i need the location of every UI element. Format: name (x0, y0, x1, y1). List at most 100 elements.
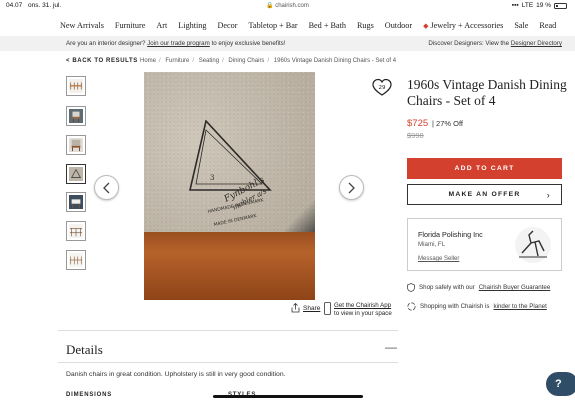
add-to-cart-button[interactable]: ADD TO CART (407, 158, 562, 179)
breadcrumb-home[interactable]: Home (140, 58, 156, 64)
planet-info: Shopping with Chairish is kinder to the … (407, 302, 547, 311)
address-bar[interactable]: 🔒 chairish.com (0, 2, 575, 9)
seller-logo-icon (515, 227, 551, 263)
chair-back-thumbnail (69, 138, 83, 152)
nav-jewelry-label: Jewelry + Accessories (430, 20, 504, 30)
trade-program-link[interactable]: Join our trade program (147, 40, 210, 47)
favorite-count: 29 (379, 85, 386, 91)
main-nav: New Arrivals Furniture Art Lighting Deco… (0, 15, 575, 35)
trade-promo: Are you an interior designer? Join our t… (66, 40, 285, 47)
nav-new-arrivals[interactable]: New Arrivals (60, 21, 104, 30)
nav-decor[interactable]: Decor (218, 21, 238, 30)
nav-tabletop-bar[interactable]: Tabletop + Bar (249, 21, 298, 30)
breadcrumb: Home / Furniture / Seating / Dining Chairs /… (140, 58, 397, 64)
chairs-group-thumbnail (69, 224, 83, 238)
nav-bed-bath[interactable]: Bed + Bath (309, 21, 346, 30)
designer-promo: Discover Designers: View the Designer Di… (428, 40, 562, 47)
diamond-icon: ◆ (423, 21, 429, 30)
buyer-guarantee-info: Shop safely with our Chairish Buyer Guar… (407, 283, 550, 292)
product-main-image[interactable]: 3 Fynbohl's møbler a/s HANDMADE IN DENMA… (144, 72, 315, 300)
wood-rail (144, 232, 315, 300)
status-icons: ▪▪▪ LTE 19 % (512, 2, 567, 9)
home-indicator[interactable] (213, 395, 363, 398)
stamp-origin: MADE IN DENMARK (213, 213, 258, 228)
status-bar: 04.07 ons. 31. jul. 🔒 chairish.com ▪▪▪ L… (0, 0, 575, 11)
thumbnail-3[interactable] (66, 135, 86, 155)
discount-label: | 27% Off (432, 119, 463, 128)
details-description: Danish chairs in great condition. Uphols… (66, 371, 286, 378)
buyer-guarantee-link[interactable]: Chairish Buyer Guarantee (479, 284, 551, 291)
nav-jewelry[interactable]: ◆ Jewelry + Accessories (423, 21, 503, 30)
back-to-results-link[interactable]: < BACK TO RESULTS (66, 58, 138, 64)
logo-area[interactable] (0, 15, 60, 35)
seller-location: Miami, FL (418, 241, 446, 248)
planet-text: Shopping with Chairish is (420, 303, 490, 310)
network-type: LTE (521, 2, 534, 9)
trade-promo-text: Are you an interior designer? (66, 40, 146, 47)
buyer-guarantee-text: Shop safely with our (419, 284, 475, 291)
chevron-left-icon (103, 182, 110, 193)
original-price: $998 (407, 131, 424, 140)
app-promo-subtext: to view in your space (334, 310, 392, 317)
chevron-right-icon (348, 182, 355, 193)
url-text: chairish.com (275, 3, 309, 9)
battery-icon (554, 2, 567, 9)
seller-name: Florida Polishing Inc (418, 230, 483, 239)
breadcrumb-dining-chairs[interactable]: Dining Chairs (228, 58, 264, 64)
chair-thumbnail (69, 109, 83, 123)
thumbnail-2[interactable] (66, 106, 86, 126)
make-offer-label: MAKE AN OFFER (448, 191, 521, 198)
signal-icon: ▪▪▪ (511, 2, 519, 9)
collapse-minus-icon[interactable]: — (385, 340, 397, 354)
nav-outdoor[interactable]: Outdoor (385, 21, 412, 30)
seller-card[interactable]: Florida Polishing Inc Miami, FL Message … (407, 218, 562, 271)
get-app-link[interactable]: Get the Chairish App (334, 302, 391, 309)
divider (58, 362, 398, 363)
dimensions-label: DIMENSIONS (66, 392, 113, 398)
chairs-row-thumbnail (69, 79, 83, 93)
make-offer-button[interactable]: MAKE AN OFFER › (407, 184, 562, 205)
nav-lighting[interactable]: Lighting (178, 21, 206, 30)
chairish-app-promo[interactable]: Get the Chairish App to view in your spa… (324, 302, 392, 318)
stamp-number: 3 (210, 174, 214, 182)
breadcrumb-current: 1960s Vintage Danish Dining Chairs - Set… (273, 58, 397, 64)
nav-sale[interactable]: Sale (514, 21, 528, 30)
next-image-button[interactable] (339, 175, 364, 200)
planet-link[interactable]: kinder to the Planet (493, 303, 546, 310)
share-label: Share (303, 304, 321, 312)
nav-art[interactable]: Art (156, 21, 167, 30)
chevron-right-icon: › (546, 190, 551, 200)
thumbnail-5[interactable] (66, 192, 86, 212)
chairs-line-thumbnail (69, 253, 83, 267)
thumbnail-7[interactable] (66, 250, 86, 270)
divider (58, 330, 398, 331)
prev-image-button[interactable] (94, 175, 119, 200)
thumbnail-4-selected[interactable] (66, 164, 86, 184)
designer-directory-link[interactable]: Designer Directory (511, 40, 562, 47)
stamp-thumbnail (69, 167, 83, 181)
nav-rugs[interactable]: Rugs (357, 21, 374, 30)
chair-side-thumbnail (69, 195, 83, 209)
help-icon: ? (555, 378, 562, 390)
thumbnail-6[interactable] (66, 221, 86, 241)
nav-read[interactable]: Read (539, 21, 556, 30)
help-button[interactable]: ? (546, 372, 575, 396)
details-heading[interactable]: Details (66, 342, 103, 358)
thumbnail-1[interactable] (66, 76, 86, 96)
phone-icon (324, 302, 331, 315)
designer-promo-text: Discover Designers: View the (428, 40, 510, 47)
favorite-heart-icon[interactable]: 29 (372, 78, 392, 98)
product-title: 1960s Vintage Danish Dining Chairs - Set… (407, 77, 567, 108)
app-promo-text: Get the Chairish App to view in your spa… (334, 302, 392, 318)
breadcrumb-seating[interactable]: Seating (199, 58, 219, 64)
shield-icon (407, 283, 415, 292)
message-seller-link[interactable]: Message Seller (418, 256, 459, 262)
breadcrumb-furniture[interactable]: Furniture (165, 58, 189, 64)
promo-bar: Are you an interior designer? Join our t… (0, 36, 575, 51)
trade-promo-suffix: to enjoy exclusive benefits! (211, 40, 286, 47)
recycle-icon (407, 302, 416, 311)
share-button[interactable]: Share (291, 303, 320, 313)
battery-percent: 19 % (536, 2, 551, 9)
maker-stamp: 3 Fynbohl's møbler a/s HANDMADE IN DENMA… (188, 120, 272, 228)
nav-furniture[interactable]: Furniture (115, 21, 145, 30)
